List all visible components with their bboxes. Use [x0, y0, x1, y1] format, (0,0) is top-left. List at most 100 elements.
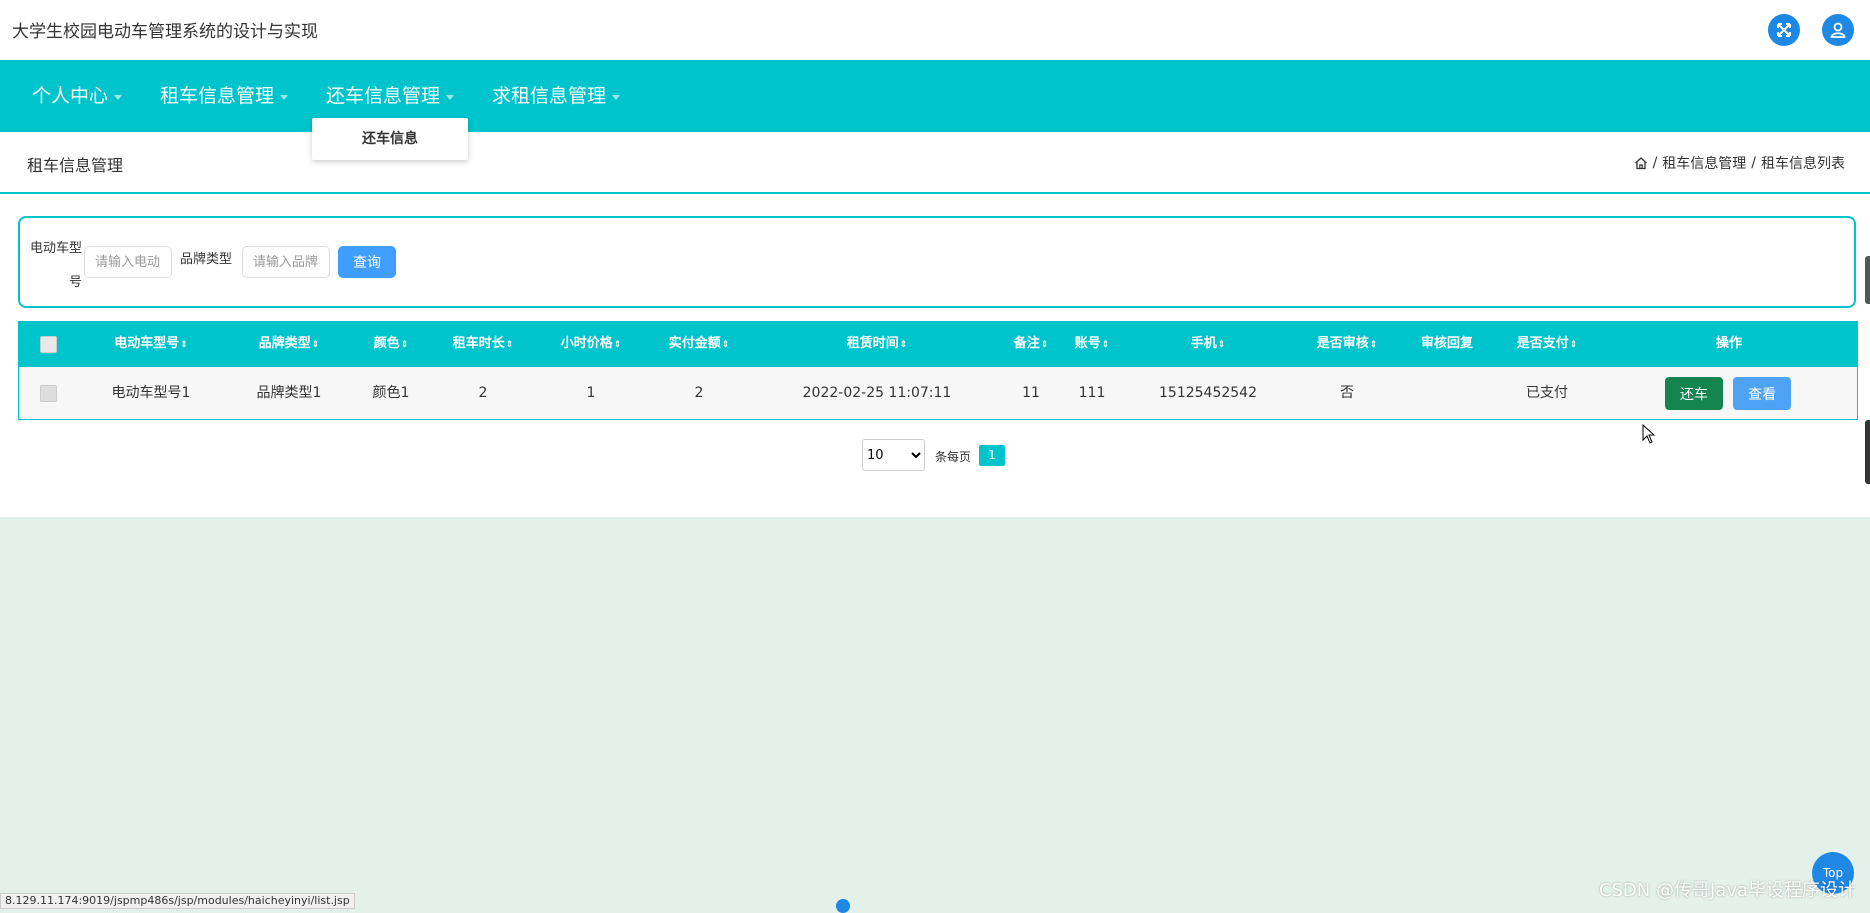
brand-search-input[interactable] [242, 246, 330, 278]
mouse-cursor-icon [1642, 424, 1656, 444]
caret-down-icon [612, 94, 621, 100]
column-header-brand[interactable]: 品牌类型⇕ [259, 322, 320, 366]
status-bar-url: 8.129.11.174:9019/jspmp486s/jsp/modules/… [0, 893, 355, 909]
cell-paid-amount: 2 [694, 385, 704, 401]
search-button[interactable]: 查询 [338, 246, 396, 278]
column-label: 操作 [1715, 336, 1743, 351]
cell-reviewed: 否 [1340, 385, 1354, 401]
sort-icon: ⇕ [311, 340, 320, 350]
page-size-select[interactable]: 10 [862, 439, 925, 471]
column-label: 实付金额 [668, 336, 721, 351]
cell-duration: 2 [478, 385, 488, 401]
column-label: 租车时长 [452, 336, 505, 351]
column-header-phone[interactable]: 手机⇕ [1191, 322, 1226, 366]
column-header-reviewed[interactable]: 是否审核⇕ [1317, 322, 1378, 366]
sort-icon: ⇕ [1040, 340, 1049, 350]
select-all-checkbox[interactable] [40, 336, 57, 353]
nav-item-personal-center[interactable]: 个人中心 [32, 60, 123, 132]
nav-label: 还车信息管理 [326, 85, 441, 107]
column-label: 手机 [1190, 336, 1217, 351]
nav-label: 个人中心 [32, 85, 109, 107]
user-icon [1830, 22, 1846, 38]
scroll-handle[interactable] [1865, 256, 1870, 304]
cell-brand: 品牌类型1 [256, 385, 322, 401]
watermark: CSDN @传哥Java毕设程序设计 [1598, 880, 1856, 901]
home-icon[interactable] [1634, 156, 1648, 170]
column-header-review-reply: 审核回复 [1421, 322, 1473, 366]
column-header-rental-time[interactable]: 租赁时间⇕ [847, 322, 908, 366]
column-label: 备注 [1013, 336, 1040, 351]
cell-paid: 已支付 [1526, 385, 1568, 401]
scroll-indicator [836, 899, 850, 913]
nav-item-rental-management[interactable]: 租车信息管理 [160, 60, 289, 132]
sort-icon: ⇕ [721, 340, 730, 350]
page-number-button[interactable]: 1 [979, 445, 1005, 466]
model-label: 电动车型号 [24, 232, 82, 300]
column-header-paid[interactable]: 是否支付⇕ [1517, 322, 1578, 366]
breadcrumb-item[interactable]: 租车信息管理 [1662, 153, 1746, 173]
column-header-model[interactable]: 电动车型号⇕ [114, 322, 188, 366]
column-label: 颜色 [373, 336, 400, 351]
return-button[interactable]: 还车 [1665, 377, 1723, 410]
sort-icon: ⇕ [400, 340, 409, 350]
cell-account: 111 [1078, 385, 1106, 401]
table-row: 电动车型号1 品牌类型1 颜色1 2 1 2 2022-02-25 11:07:… [19, 366, 1857, 419]
sort-icon: ⇕ [1101, 340, 1110, 350]
per-page-label: 条每页 [935, 450, 972, 464]
expand-icon [1777, 23, 1791, 37]
page-title: 租车信息管理 [27, 156, 124, 175]
model-label-line2: 号 [68, 275, 82, 290]
breadcrumb-separator: / [1652, 155, 1658, 171]
sort-icon: ⇕ [613, 340, 622, 350]
sort-icon: ⇕ [180, 340, 188, 350]
column-header-actions: 操作 [1716, 322, 1742, 366]
main-panel: 租车信息管理 / 租车信息管理 / 租车信息列表 电动车型号 品牌类型 查询 电… [0, 132, 1870, 517]
sort-icon: ⇕ [1217, 340, 1226, 350]
column-label: 是否支付 [1516, 336, 1569, 351]
nav-dropdown-menu: 还车信息 [312, 118, 468, 160]
rental-table: 电动车型号⇕ 品牌类型⇕ 颜色⇕ 租车时长⇕ 小时价格⇕ 实付金额⇕ 租赁时间⇕… [18, 321, 1858, 420]
fullscreen-button[interactable] [1768, 14, 1800, 46]
column-header-duration[interactable]: 租车时长⇕ [453, 322, 514, 366]
model-search-input[interactable] [84, 246, 172, 278]
dropdown-item-return-info[interactable]: 还车信息 [312, 118, 468, 160]
sort-icon: ⇕ [505, 340, 514, 350]
table-header: 电动车型号⇕ 品牌类型⇕ 颜色⇕ 租车时长⇕ 小时价格⇕ 实付金额⇕ 租赁时间⇕… [19, 322, 1857, 366]
nav-label: 租车信息管理 [160, 85, 275, 107]
breadcrumb-separator: / [1751, 155, 1756, 171]
user-button[interactable] [1822, 14, 1854, 46]
column-label: 租赁时间 [846, 336, 899, 351]
main-nav: 个人中心 租车信息管理 还车信息管理 求租信息管理 [0, 60, 1870, 132]
caret-down-icon [446, 94, 455, 100]
view-button[interactable]: 查看 [1733, 377, 1791, 410]
cell-hourly-price: 1 [586, 385, 596, 401]
column-label: 小时价格 [560, 336, 613, 351]
cell-phone: 15125452542 [1159, 385, 1257, 401]
top-header: 大学生校园电动车管理系统的设计与实现 [0, 0, 1870, 60]
model-label-line1: 电动车型 [29, 241, 82, 256]
row-checkbox[interactable] [40, 385, 57, 402]
column-header-paid-amount[interactable]: 实付金额⇕ [669, 322, 730, 366]
cell-model: 电动车型号1 [111, 385, 191, 401]
column-label: 是否审核 [1316, 336, 1369, 351]
sort-icon: ⇕ [899, 340, 908, 350]
sort-icon: ⇕ [1369, 340, 1378, 350]
caret-down-icon [280, 94, 289, 100]
column-label: 审核回复 [1420, 336, 1474, 351]
cell-color: 颜色1 [372, 385, 410, 401]
page-header: 租车信息管理 / 租车信息管理 / 租车信息列表 [0, 132, 1870, 194]
nav-item-request-management[interactable]: 求租信息管理 [492, 60, 621, 132]
column-header-hourly-price[interactable]: 小时价格⇕ [561, 322, 622, 366]
column-header-account[interactable]: 账号⇕ [1075, 322, 1110, 366]
sort-icon: ⇕ [1569, 340, 1578, 350]
column-header-remark[interactable]: 备注⇕ [1014, 322, 1049, 366]
cell-remark: 11 [1022, 385, 1040, 401]
column-label: 账号 [1074, 336, 1101, 351]
column-header-color[interactable]: 颜色⇕ [374, 322, 409, 366]
breadcrumb-item: 租车信息列表 [1761, 156, 1845, 172]
nav-label: 求租信息管理 [492, 85, 607, 107]
cell-rental-time: 2022-02-25 11:07:11 [802, 385, 952, 401]
brand-label: 品牌类型 [180, 252, 233, 267]
search-form: 电动车型号 品牌类型 查询 [18, 216, 1856, 308]
scroll-handle[interactable] [1865, 420, 1870, 484]
